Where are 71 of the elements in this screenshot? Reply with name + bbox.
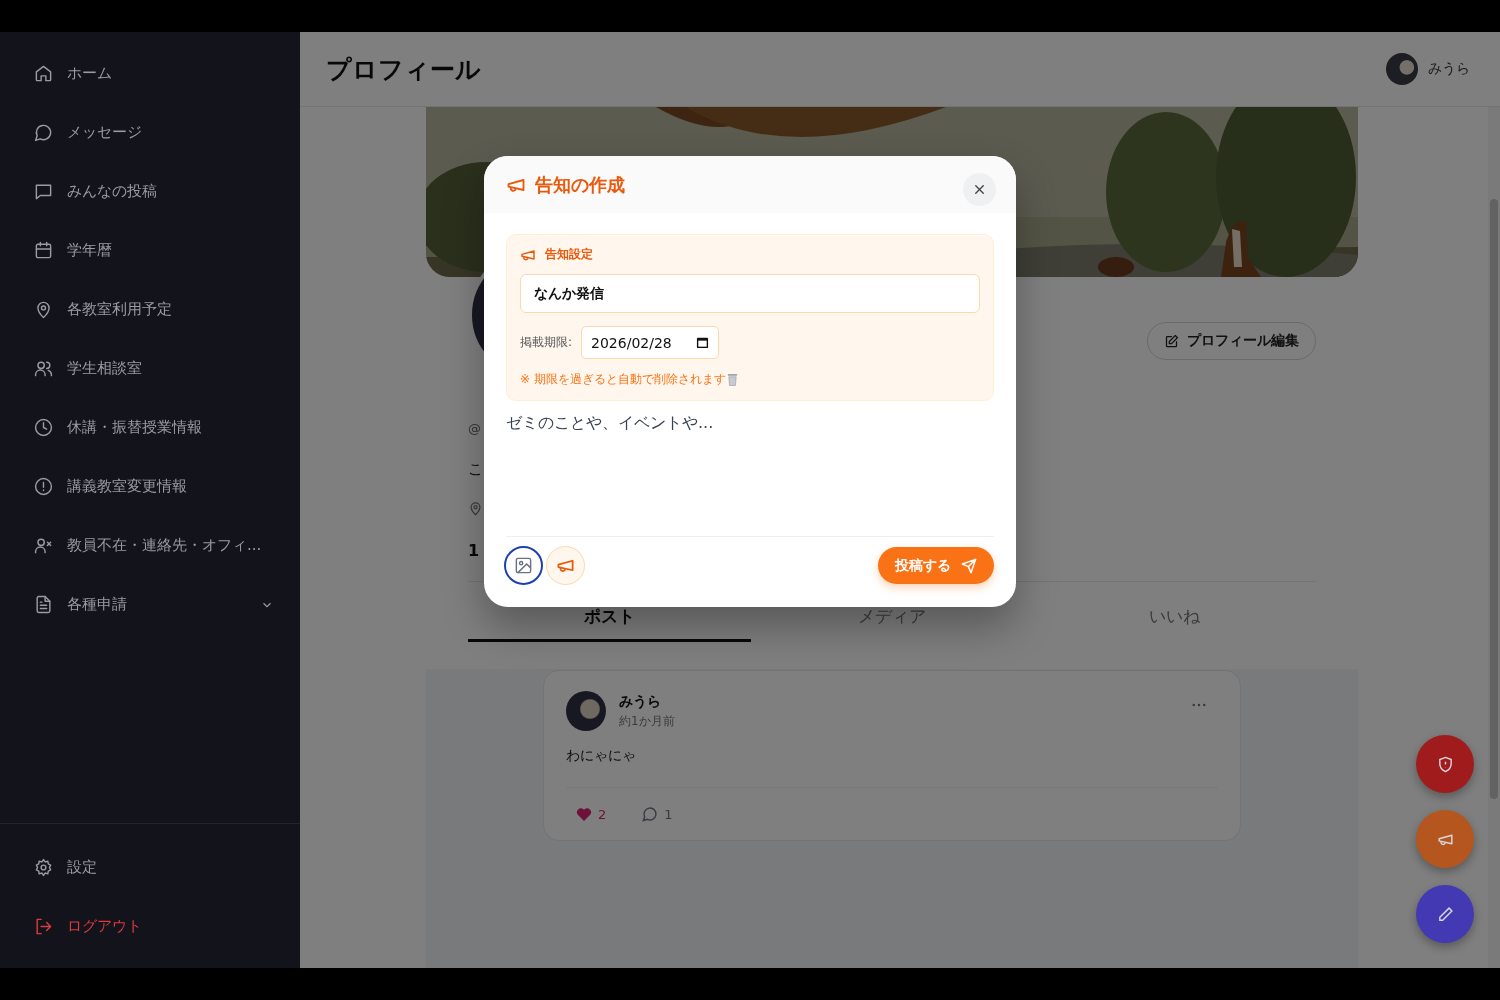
sidebar-item-label: ホーム	[67, 64, 112, 83]
sidebar-item-label: 各種申請	[67, 595, 127, 614]
page-title: プロフィール	[326, 53, 481, 86]
expiry-label: 掲載期限:	[520, 334, 573, 351]
sidebar-item[interactable]: みんなの投稿	[0, 162, 300, 221]
date-field[interactable]: 2026/02/28	[581, 326, 720, 359]
sidebar-item[interactable]: ホーム	[0, 44, 300, 103]
trash-can-icon	[726, 373, 738, 386]
sidebar-item-label: 各教室利用予定	[67, 300, 172, 319]
users-icon	[34, 359, 53, 378]
follow-count: 1	[468, 540, 480, 562]
dialog-title: 告知の作成	[535, 172, 625, 197]
sidebar-item-label: 設定	[67, 858, 97, 877]
alert-icon	[34, 477, 53, 496]
close-icon	[972, 182, 987, 197]
author-name: みうら	[619, 692, 662, 711]
sidebar-item-label: 講義教室変更情報	[67, 477, 187, 496]
logout-icon	[34, 917, 53, 936]
author-avatar	[566, 691, 606, 731]
edit-profile-button[interactable]: プロフィール編集	[1147, 322, 1316, 360]
profile-handle: @	[468, 420, 481, 438]
sidebar-item[interactable]: 講義教室変更情報	[0, 457, 300, 516]
user-name: みうら	[1428, 60, 1470, 78]
pin-icon	[34, 300, 53, 319]
sidebar-item[interactable]: メッセージ	[0, 103, 300, 162]
clock-icon	[34, 418, 53, 437]
calendar-icon[interactable]	[696, 336, 710, 349]
more-icon[interactable]	[1192, 703, 1206, 707]
sidebar-item[interactable]: 各種申請	[0, 575, 300, 634]
sidebar-item[interactable]: ログアウト	[0, 897, 300, 956]
user-x-icon	[34, 536, 53, 555]
settings-icon	[34, 858, 53, 877]
sidebar-item-label: 教員不在・連絡先・オフィ...	[67, 536, 262, 555]
edit-icon	[1164, 333, 1179, 349]
sidebar-item[interactable]: 教員不在・連絡先・オフィ...	[0, 516, 300, 575]
chat-icon	[34, 123, 53, 142]
sidebar-item[interactable]: 学生相談室	[0, 339, 300, 398]
file-icon	[34, 595, 53, 614]
calendar-icon	[34, 241, 53, 260]
sidebar-item[interactable]: 設定	[0, 838, 300, 897]
title-field[interactable]: なんか発信	[520, 274, 980, 313]
sidebar-item[interactable]: 各教室利用予定	[0, 280, 300, 339]
expiry-note: ※ 期限を過ぎると自動で削除されます	[520, 371, 726, 388]
section-label: 告知設定	[545, 246, 593, 263]
close-button[interactable]	[963, 173, 996, 206]
home-icon	[34, 64, 53, 83]
shield-icon	[1436, 755, 1454, 773]
square-chat-icon	[34, 182, 53, 201]
scrollbar[interactable]	[1488, 107, 1500, 968]
send-icon	[961, 557, 977, 574]
sidebar-item-label: 休講・振替授業情報	[67, 418, 202, 437]
user-avatar[interactable]	[1386, 53, 1418, 85]
compose-button[interactable]	[1416, 885, 1474, 943]
sidebar-item-label: 学年暦	[67, 241, 112, 260]
comment-icon	[642, 806, 659, 822]
pencil-icon	[1436, 905, 1454, 923]
sidebar-item-label: 学生相談室	[67, 359, 142, 378]
profile-bio: こ	[468, 459, 483, 480]
post-time: 約1か月前	[619, 712, 675, 730]
sidebar-item-label: ログアウト	[67, 917, 142, 936]
sidebar-item[interactable]: 休講・振替授業情報	[0, 398, 300, 457]
report-button[interactable]	[1416, 735, 1474, 793]
sidebar-item-label: みんなの投稿	[67, 182, 157, 201]
location-icon	[468, 501, 483, 516]
announce-toggle[interactable]	[546, 546, 585, 585]
image-icon	[514, 556, 533, 575]
image-button[interactable]	[504, 546, 543, 585]
sidebar-item[interactable]: 学年暦	[0, 221, 300, 280]
sidebar-item-label: メッセージ	[67, 123, 142, 142]
post-text: わにゃにゃ	[566, 747, 1218, 788]
announce-button[interactable]	[1416, 810, 1474, 868]
